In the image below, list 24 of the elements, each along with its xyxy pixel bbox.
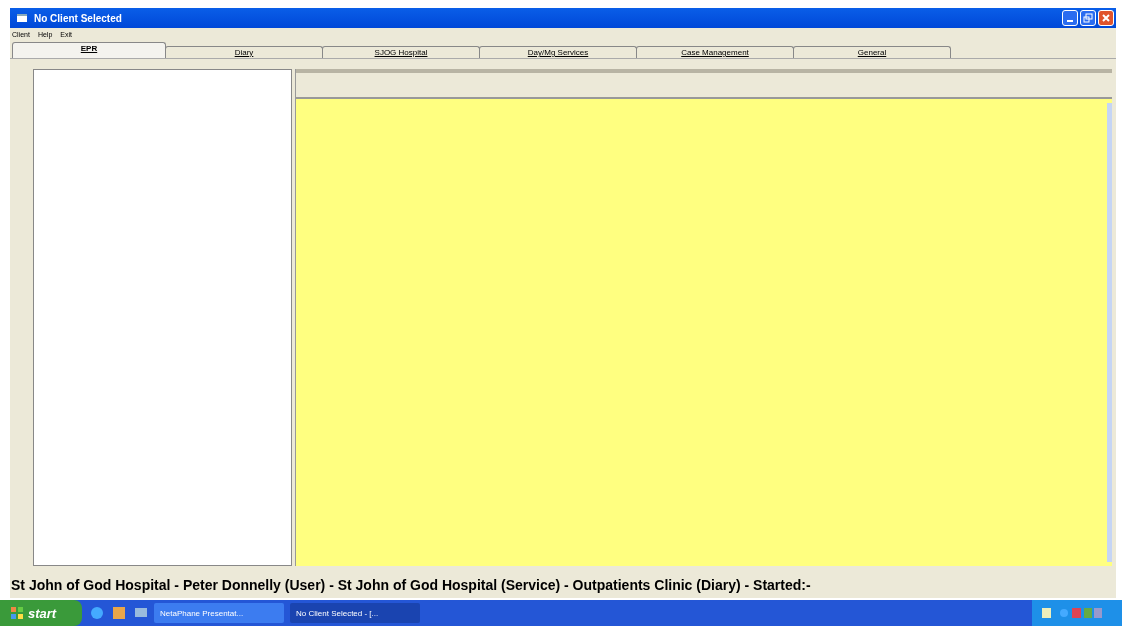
- tab[interactable]: General: [793, 46, 951, 58]
- desktop-icon[interactable]: [134, 606, 148, 620]
- tab[interactable]: Case Management: [636, 46, 794, 58]
- tab[interactable]: EPR: [12, 42, 166, 58]
- window-icon: [16, 13, 28, 23]
- window-title: No Client Selected: [34, 12, 122, 24]
- tab[interactable]: SJOG Hospital: [322, 46, 480, 58]
- restore-button[interactable]: [1080, 10, 1096, 26]
- windows-logo-icon: [10, 606, 24, 620]
- minimize-button[interactable]: [1062, 10, 1078, 26]
- restore-icon: [1083, 13, 1093, 23]
- taskbar-button[interactable]: NetaPhane Presentat...: [154, 603, 284, 623]
- minimize-icon: [1067, 20, 1073, 22]
- status-text: St John of God Hospital - Peter Donnelly (User) - St John of God Hospital (Service) - Outpatients Clinic (Diary) - Started:-: [10, 576, 812, 595]
- browser-icon[interactable]: [90, 606, 104, 620]
- close-icon: [1101, 13, 1111, 23]
- close-button[interactable]: [1098, 10, 1114, 26]
- start-button[interactable]: start: [0, 600, 82, 626]
- tab[interactable]: Day/Mg Services: [479, 46, 637, 58]
- scrollbar[interactable]: [1107, 103, 1112, 562]
- taskbar-button[interactable]: No Client Selected - [...: [290, 603, 420, 623]
- tab[interactable]: Diary: [165, 46, 323, 58]
- tray-icons-drawing: [1042, 607, 1102, 619]
- app-icon[interactable]: [112, 606, 126, 620]
